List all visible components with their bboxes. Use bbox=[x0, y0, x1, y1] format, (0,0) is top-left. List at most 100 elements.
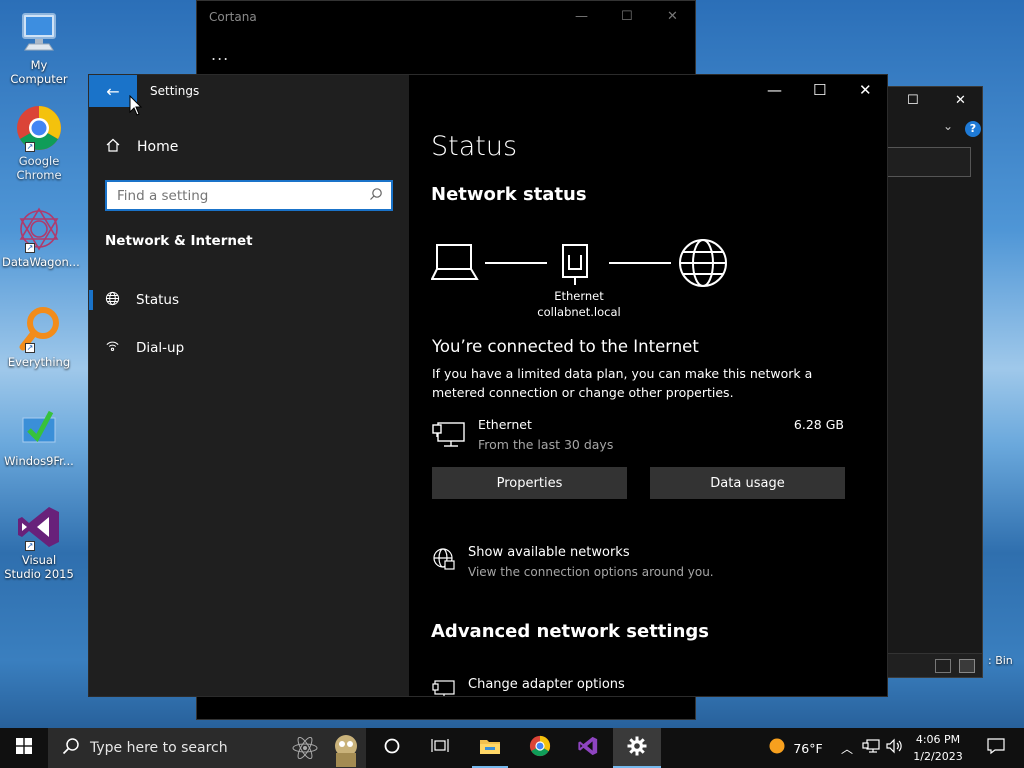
close-icon[interactable]: ✕ bbox=[955, 93, 966, 108]
ethernet-period: From the last 30 days bbox=[478, 437, 614, 452]
weather-widget[interactable]: 76°F bbox=[760, 728, 832, 768]
adapter-monitor-icon bbox=[432, 679, 456, 696]
ethernet-usage-row: Ethernet From the last 30 days 6.28 GB bbox=[432, 417, 852, 457]
settings-sidebar: ← Settings Home Network & Internet Statu… bbox=[89, 75, 409, 696]
desktop-icon-everything[interactable]: ↗ Everything bbox=[2, 305, 76, 369]
cortana-circle-icon bbox=[384, 738, 400, 758]
taskbar-chrome[interactable] bbox=[516, 728, 564, 768]
globe-icon bbox=[679, 239, 727, 287]
change-adapter-label: Change adapter options bbox=[468, 677, 625, 692]
desktop-icon-label: Visual Studio 2015 bbox=[4, 553, 74, 581]
arrow-left-icon: ← bbox=[106, 81, 120, 101]
maximize-icon[interactable]: ☐ bbox=[813, 81, 826, 99]
chevron-up-icon: ︿ bbox=[840, 741, 853, 756]
desktop-icon-google-chrome[interactable]: ↗ Google Chrome bbox=[2, 104, 76, 182]
domain-label: collabnet.local bbox=[537, 305, 621, 319]
minimize-icon[interactable]: — bbox=[575, 9, 588, 24]
sidebar-item-label: Dial-up bbox=[136, 340, 185, 356]
settings-content: — ☐ ✕ Status Network status Ethernet col… bbox=[409, 75, 887, 696]
search-icon bbox=[62, 737, 80, 759]
show-hidden-icons[interactable]: ︿ bbox=[838, 728, 856, 768]
desktop-icon-label: Everything bbox=[7, 355, 71, 369]
app-title: Settings bbox=[150, 84, 200, 98]
settings-search[interactable] bbox=[105, 180, 393, 211]
home-icon bbox=[105, 137, 121, 157]
data-usage-button[interactable]: Data usage bbox=[650, 467, 845, 499]
advanced-settings-heading: Advanced network settings bbox=[431, 621, 709, 642]
network-tray[interactable] bbox=[860, 728, 882, 768]
taskbar-settings[interactable] bbox=[613, 728, 661, 768]
tray-clock[interactable]: 4:06 PM 1/2/2023 bbox=[910, 731, 966, 765]
ethernet-name: Ethernet bbox=[478, 417, 532, 432]
minimize-icon[interactable]: — bbox=[767, 81, 782, 99]
sidebar-item-status[interactable]: Status bbox=[89, 282, 409, 318]
everything-search-icon: ↗ bbox=[15, 305, 63, 353]
desktop-icon-visual-studio[interactable]: ↗ Visual Studio 2015 bbox=[2, 503, 76, 581]
laptop-icon bbox=[431, 244, 479, 280]
ethernet-icon bbox=[432, 421, 466, 453]
search-icon bbox=[369, 187, 383, 205]
maximize-icon[interactable]: ☐ bbox=[907, 93, 919, 108]
sidebar-item-dial-up[interactable]: Dial-up bbox=[89, 330, 409, 366]
taskbar: Type here to search 76°F ︿ 4:06 PM 1/2/2… bbox=[0, 728, 1024, 768]
help-icon[interactable]: ? bbox=[965, 121, 981, 137]
volume-icon bbox=[886, 738, 904, 758]
search-input[interactable] bbox=[107, 182, 357, 209]
diagram-caption: Ethernet collabnet.local bbox=[529, 288, 629, 320]
desktop-icon-label: DataWagon... bbox=[2, 255, 80, 269]
atom-icon bbox=[292, 736, 318, 763]
desktop-icon-label: : Bin bbox=[988, 654, 1013, 667]
show-available-networks[interactable]: Show available networks View the connect… bbox=[432, 545, 852, 585]
dialup-icon bbox=[105, 339, 120, 358]
search-highlight-icon bbox=[330, 731, 362, 768]
maximize-icon[interactable]: ☐ bbox=[621, 9, 633, 24]
desktop-icon-label: Windos9Fr... bbox=[4, 454, 74, 468]
installer-icon bbox=[15, 404, 63, 452]
mouse-cursor-icon bbox=[129, 95, 143, 116]
visual-studio-icon bbox=[577, 735, 599, 761]
taskbar-file-explorer[interactable] bbox=[466, 728, 514, 768]
task-view-button[interactable] bbox=[416, 728, 464, 768]
desktop-icon-my-computer[interactable]: My Computer bbox=[2, 8, 76, 86]
available-networks-subtitle: View the connection options around you. bbox=[468, 565, 714, 579]
chrome-icon: ↗ bbox=[15, 104, 63, 152]
start-button[interactable] bbox=[0, 728, 48, 768]
folder-icon bbox=[479, 737, 501, 759]
connection-status-heading: You’re connected to the Internet bbox=[432, 337, 699, 356]
desktop-icon-windos9fr[interactable]: Windos9Fr... bbox=[2, 404, 76, 468]
datawagon-icon: ↗ bbox=[15, 205, 63, 253]
nav-home[interactable]: Home bbox=[105, 137, 178, 157]
taskbar-search[interactable]: Type here to search bbox=[48, 728, 366, 768]
settings-window: ← Settings Home Network & Internet Statu… bbox=[88, 74, 888, 697]
sidebar-item-label: Status bbox=[136, 292, 180, 308]
action-center-button[interactable] bbox=[976, 728, 1016, 768]
clock-time: 4:06 PM bbox=[915, 733, 961, 746]
change-adapter-options[interactable]: Change adapter options bbox=[432, 677, 852, 696]
cortana-title: Cortana bbox=[209, 10, 257, 24]
section-heading: Network & Internet bbox=[105, 233, 253, 249]
chevron-down-icon[interactable]: ⌄ bbox=[943, 119, 953, 133]
details-view-icon[interactable] bbox=[935, 659, 951, 673]
more-options-icon[interactable]: ... bbox=[211, 45, 229, 64]
globe-icon bbox=[105, 291, 120, 310]
close-icon[interactable]: ✕ bbox=[667, 9, 678, 24]
ethernet-data-usage: 6.28 GB bbox=[793, 417, 844, 432]
large-icons-view-icon[interactable] bbox=[959, 659, 975, 673]
address-field[interactable] bbox=[887, 147, 971, 177]
volume-tray[interactable] bbox=[884, 728, 906, 768]
desktop-icon-datawagon[interactable]: ↗ DataWagon... bbox=[2, 205, 80, 269]
cortana-button[interactable] bbox=[368, 728, 416, 768]
properties-button[interactable]: Properties bbox=[432, 467, 627, 499]
network-status-heading: Network status bbox=[431, 184, 587, 205]
page-title: Status bbox=[431, 131, 518, 162]
task-view-icon bbox=[431, 738, 449, 758]
close-icon[interactable]: ✕ bbox=[859, 81, 872, 99]
chrome-icon bbox=[529, 735, 551, 761]
ethernet-port-icon bbox=[562, 244, 588, 285]
status-bar bbox=[887, 653, 982, 677]
network-tray-icon bbox=[862, 738, 880, 758]
taskbar-visual-studio[interactable] bbox=[564, 728, 612, 768]
windows-logo-icon bbox=[16, 738, 32, 758]
explorer-window: ☐ ✕ ⌄ ? bbox=[886, 86, 983, 678]
notification-icon bbox=[987, 737, 1005, 759]
